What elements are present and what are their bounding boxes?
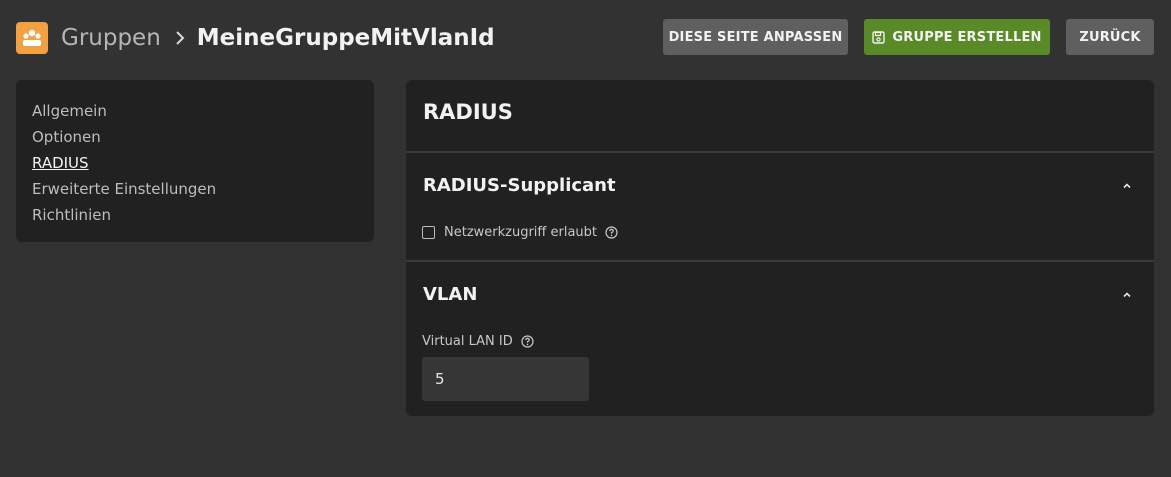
breadcrumb: Gruppen MeineGruppeMitVlanId <box>61 20 495 56</box>
create-group-label: GRUPPE ERSTELLEN <box>892 29 1042 45</box>
chevron-right-icon <box>175 30 185 46</box>
section-nav: Allgemein Optionen RADIUS Erweiterte Ein… <box>16 80 374 242</box>
back-button[interactable]: ZURÜCK <box>1066 19 1154 55</box>
panel-title: RADIUS <box>423 100 513 124</box>
help-icon[interactable] <box>605 226 618 239</box>
vlan-id-label: Virtual LAN ID <box>422 334 513 349</box>
nav-item-allgemein[interactable]: Allgemein <box>32 100 358 126</box>
nav-item-optionen[interactable]: Optionen <box>32 126 358 152</box>
page-title: MeineGruppeMitVlanId <box>196 25 495 51</box>
group-icon <box>16 22 48 54</box>
divider <box>406 151 1154 153</box>
network-access-row: Netzwerkzugriff erlaubt <box>422 225 618 240</box>
nav-item-richtlinien[interactable]: Richtlinien <box>32 204 358 230</box>
vlan-id-input[interactable]: 5 <box>422 357 589 401</box>
vlan-id-label-row: Virtual LAN ID <box>422 334 534 349</box>
create-group-button[interactable]: GRUPPE ERSTELLEN <box>864 19 1050 55</box>
chevron-up-icon[interactable] <box>1120 178 1134 192</box>
divider <box>406 260 1154 262</box>
nav-item-erweiterte-einstellungen[interactable]: Erweiterte Einstellungen <box>32 178 358 204</box>
help-icon[interactable] <box>521 335 534 348</box>
customize-page-button[interactable]: DIESE SEITE ANPASSEN <box>663 19 848 55</box>
chevron-up-icon[interactable] <box>1120 287 1134 301</box>
network-access-checkbox[interactable] <box>422 226 435 239</box>
network-access-label[interactable]: Netzwerkzugriff erlaubt <box>444 225 597 240</box>
save-icon <box>872 30 886 44</box>
breadcrumb-groups-link[interactable]: Gruppen <box>61 25 161 51</box>
back-label: ZURÜCK <box>1079 29 1141 45</box>
nav-item-radius[interactable]: RADIUS <box>32 152 358 178</box>
radius-panel: RADIUS RADIUS-Supplicant Netzwerkzugriff… <box>406 80 1154 416</box>
vlan-id-value: 5 <box>435 370 445 388</box>
customize-page-label: DIESE SEITE ANPASSEN <box>668 29 843 45</box>
vlan-section-title[interactable]: VLAN <box>423 284 477 305</box>
supplicant-section-title[interactable]: RADIUS-Supplicant <box>423 175 616 196</box>
